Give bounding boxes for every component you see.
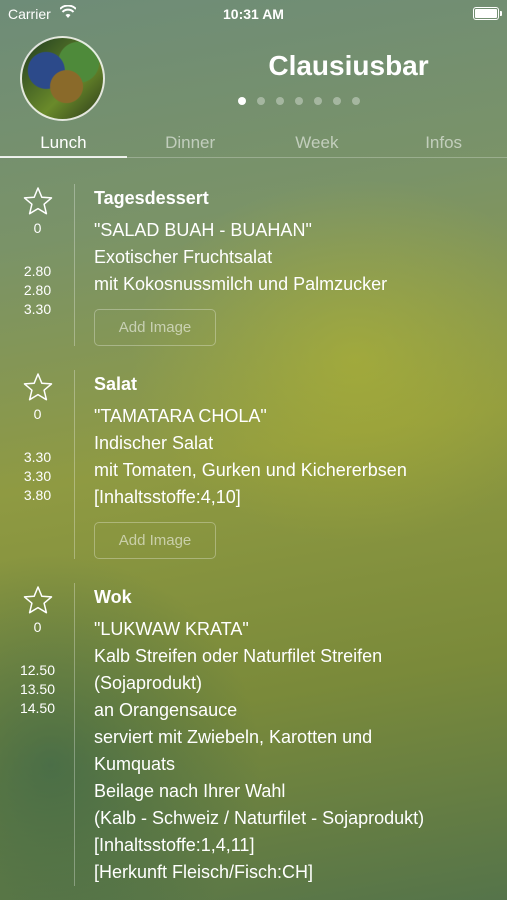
price-list: 2.80 2.80 3.30 bbox=[0, 262, 75, 319]
price: 2.80 bbox=[23, 263, 52, 279]
price: 14.50 bbox=[19, 700, 56, 716]
menu-item[interactable]: 0 12.50 13.50 14.50 Wok "LUKWAW KRATA" Kalb St… bbox=[0, 569, 507, 886]
menu-description-line: [Inhaltsstoffe:1,4,11] bbox=[94, 835, 255, 855]
price-list: 12.50 13.50 14.50 bbox=[0, 661, 75, 718]
menu-description-line: Kumquats bbox=[94, 754, 176, 774]
menu-description-line: (Kalb - Schweiz / Naturfilet - Sojaprodu… bbox=[94, 808, 425, 828]
page-dot[interactable] bbox=[333, 97, 341, 105]
menu-description-line: (Sojaprodukt) bbox=[94, 673, 203, 693]
menu-description-line: Exotischer Fruchtsalat bbox=[94, 247, 273, 267]
price: 12.50 bbox=[19, 662, 56, 678]
restaurant-avatar bbox=[20, 36, 105, 121]
rating-count: 0 bbox=[33, 406, 42, 422]
menu-category: Wok bbox=[94, 587, 132, 607]
tab-lunch[interactable]: Lunch bbox=[0, 128, 127, 158]
price: 3.30 bbox=[23, 468, 52, 484]
menu-category: Salat bbox=[94, 374, 138, 394]
battery-icon bbox=[473, 7, 502, 20]
page-dot[interactable] bbox=[276, 97, 284, 105]
price-list: 3.30 3.30 3.80 bbox=[0, 448, 75, 505]
rating-count: 0 bbox=[33, 619, 42, 635]
add-image-button[interactable]: Add Image bbox=[94, 309, 216, 346]
menu-description-line: "TAMATARA CHOLA" bbox=[94, 406, 267, 426]
menu-description-line: "SALAD BUAH - BUAHAN" bbox=[94, 220, 312, 240]
price: 2.80 bbox=[23, 282, 52, 298]
menu-category: Tagesdessert bbox=[94, 188, 209, 208]
tab-infos[interactable]: Infos bbox=[380, 128, 507, 157]
status-bar: Carrier 10:31 AM bbox=[0, 0, 507, 28]
page-dot[interactable] bbox=[352, 97, 360, 105]
menu-item[interactable]: 0 3.30 3.30 3.80 Salat "TAMATARA CHOLA" Indisc… bbox=[0, 356, 507, 559]
menu-description-line: [Inhaltsstoffe:4,10] bbox=[94, 487, 241, 507]
tab-dinner[interactable]: Dinner bbox=[127, 128, 254, 157]
menu-description-line: Beilage nach Ihrer Wahl bbox=[94, 781, 286, 801]
price: 3.30 bbox=[23, 301, 52, 317]
menu-list[interactable]: 0 2.80 2.80 3.30 Tagesdessert "SALAD BUAH - B… bbox=[0, 170, 507, 886]
menu-description-line: "LUKWAW KRATA" bbox=[94, 619, 249, 639]
price: 3.30 bbox=[23, 449, 52, 465]
tab-bar: Lunch Dinner Week Infos bbox=[0, 128, 507, 158]
page-dot[interactable] bbox=[295, 97, 303, 105]
menu-description-line: an Orangensauce bbox=[94, 700, 238, 720]
menu-description-line: mit Tomaten, Gurken und Kichererbsen bbox=[94, 460, 407, 480]
menu-item[interactable]: 0 2.80 2.80 3.30 Tagesdessert "SALAD BUAH - B… bbox=[0, 170, 507, 346]
menu-item-content: Salat "TAMATARA CHOLA" Indischer Salat mit … bbox=[94, 356, 507, 559]
page-dot[interactable] bbox=[238, 97, 246, 105]
price: 3.80 bbox=[23, 487, 52, 503]
menu-item-side: 0 2.80 2.80 3.30 bbox=[0, 170, 75, 319]
item-divider bbox=[74, 583, 75, 886]
item-divider bbox=[74, 184, 75, 346]
page-title: Clausiusbar bbox=[268, 50, 429, 81]
price: 13.50 bbox=[19, 681, 56, 697]
menu-item-side: 0 12.50 13.50 14.50 bbox=[0, 569, 75, 718]
star-icon[interactable] bbox=[23, 372, 53, 402]
menu-description-line: Indischer Salat bbox=[94, 433, 214, 453]
menu-description-line: serviert mit Zwiebeln, Karotten und bbox=[94, 727, 373, 747]
menu-description-line: [Herkunft Fleisch/Fisch:CH] bbox=[94, 862, 314, 882]
menu-item-content: Wok "LUKWAW KRATA" Kalb Streifen oder Natu… bbox=[94, 569, 507, 886]
status-time: 10:31 AM bbox=[223, 6, 284, 22]
page-indicator[interactable] bbox=[238, 97, 360, 105]
item-divider bbox=[74, 370, 75, 559]
page-dot[interactable] bbox=[257, 97, 265, 105]
menu-description-line: Kalb Streifen oder Naturfilet Streifen bbox=[94, 646, 383, 666]
menu-item-content: Tagesdessert "SALAD BUAH - BUAHAN" Exotisc… bbox=[94, 170, 507, 346]
menu-item-side: 0 3.30 3.30 3.80 bbox=[0, 356, 75, 505]
page-dot[interactable] bbox=[314, 97, 322, 105]
star-icon[interactable] bbox=[23, 585, 53, 615]
menu-description-line: mit Kokosnussmilch und Palmzucker bbox=[94, 274, 388, 294]
star-icon[interactable] bbox=[23, 186, 53, 216]
add-image-button[interactable]: Add Image bbox=[94, 522, 216, 559]
tab-week[interactable]: Week bbox=[254, 128, 381, 157]
rating-count: 0 bbox=[33, 220, 42, 236]
